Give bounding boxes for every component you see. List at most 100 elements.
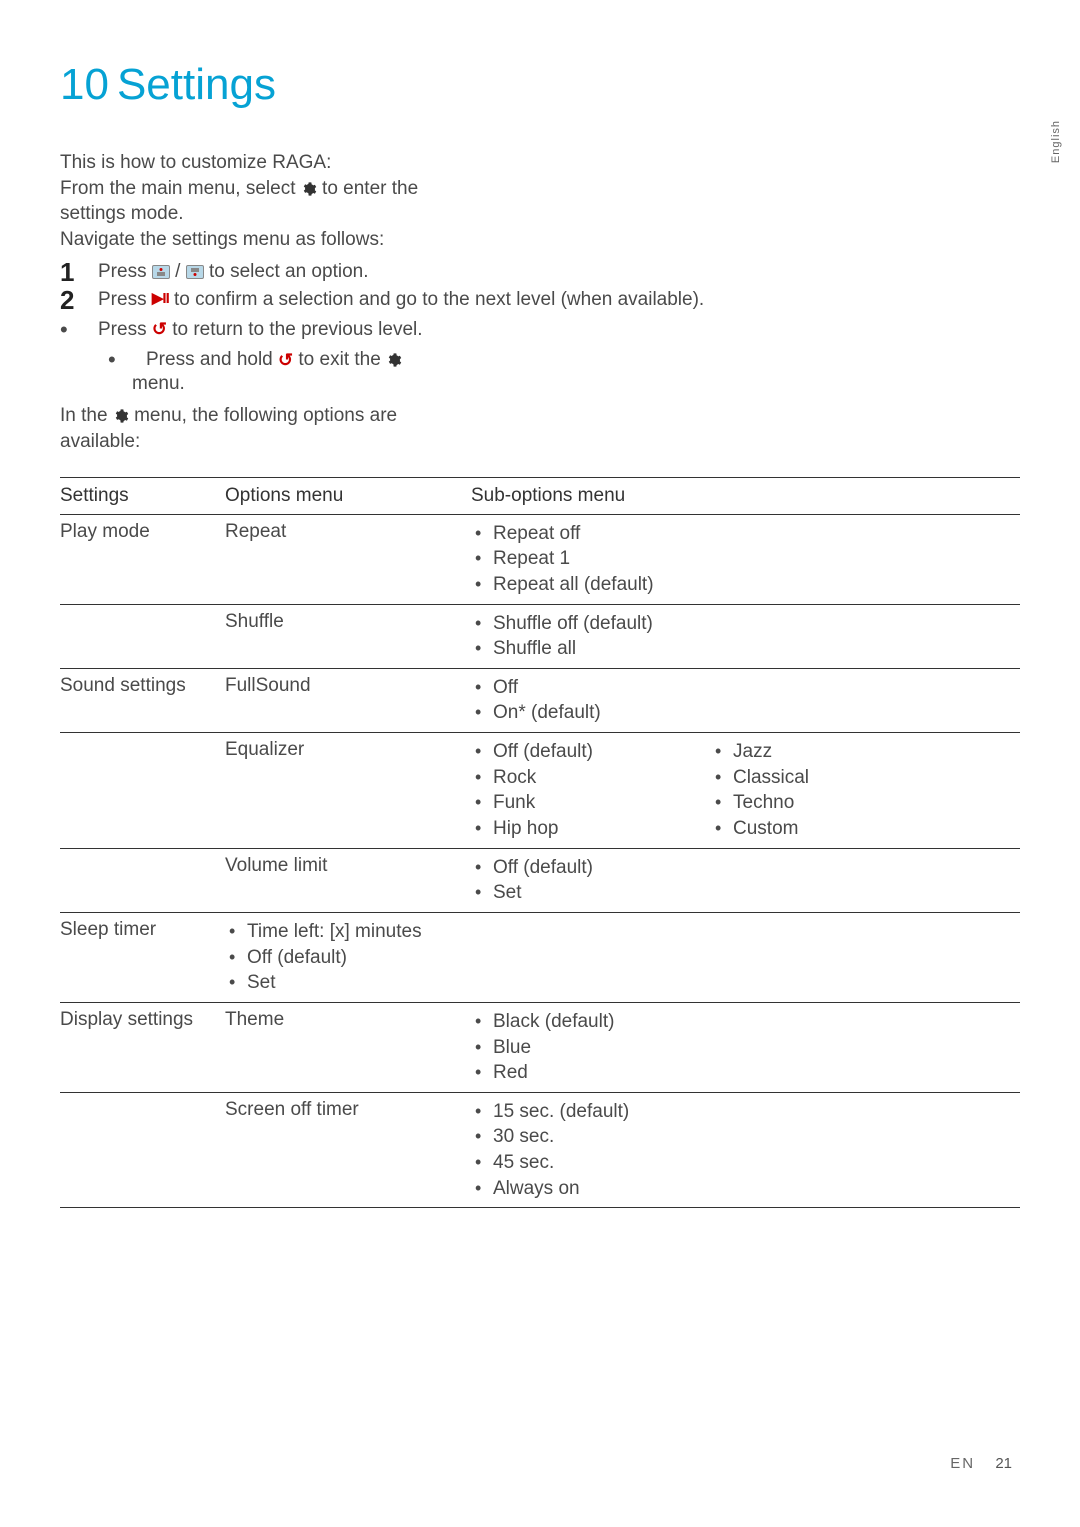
bullet-marker: • [60,317,98,343]
subopt-item: Custom [711,816,1020,842]
subopts: Off (default) Set [471,855,1020,906]
subopt-item: Jazz [711,739,1020,765]
subopt-item: Red [471,1060,1020,1086]
subopt-item: 30 sec. [471,1124,1020,1150]
footer-language: EN [950,1455,975,1472]
row-screen-off-timer: Screen off timer 15 sec. (default) 30 se… [60,1092,1020,1208]
row-equalizer: Equalizer Off (default) Rock Funk Hip ho… [60,732,1020,848]
setting-label-empty [60,1099,225,1202]
subopts-empty [471,919,1020,996]
setting-label: Sound settings [60,675,225,726]
sub-menu-label: menu. [132,373,1020,395]
row-shuffle: Shuffle Shuffle off (default) Shuffle al… [60,604,1020,668]
intro-line2-pre: From the main menu, select [60,178,301,199]
bullet1-pre: Press [98,319,152,340]
step-2-text: Press ▶II to confirm a selection and go … [98,287,1020,313]
subopt-item: On* (default) [471,700,1020,726]
step-1: 1 Press / to select an option. [60,259,1020,285]
back-icon: ↺ [278,348,293,372]
subopt-item: Shuffle all [471,636,1020,662]
sub-bullet-marker: • [108,347,146,373]
header-settings: Settings [60,485,225,507]
subopt-item: Off (default) [471,739,711,765]
settings-icon [301,181,317,197]
setting-label-empty [60,855,225,906]
row-theme: Display settings Theme Black (default) B… [60,1003,1020,1092]
settings-icon [113,408,129,424]
option-label: Equalizer [225,739,471,842]
subopts: Off On* (default) [471,675,1020,726]
subopt-item: 45 sec. [471,1150,1020,1176]
in-menu-paragraph: In the menu, the following options are a… [60,403,480,454]
subopt-item: Repeat off [471,521,1020,547]
subopt-item: 15 sec. (default) [471,1099,1020,1125]
step-1-text: Press / to select an option. [98,259,1020,285]
play-pause-icon: ▶II [152,289,169,309]
option-label: Repeat [225,521,471,598]
language-side-label: English [1050,120,1062,163]
subopts: 15 sec. (default) 30 sec. 45 sec. Always… [471,1099,1020,1202]
setting-label-empty [60,739,225,842]
bullet-item: • Press ↺ to return to the previous leve… [60,317,1020,343]
settings-icon [386,352,402,368]
step-number-2: 2 [60,287,98,313]
step1-mid: / [170,261,186,282]
option-label: Screen off timer [225,1099,471,1202]
page-footer: EN 21 [950,1455,1012,1472]
subopt-item: Techno [711,790,1020,816]
group-sound-settings: Sound settings FullSound Off On* (defaul… [60,669,1020,913]
subopt-item: Blue [471,1035,1020,1061]
header-options: Options menu [225,485,471,507]
intro-line2: From the main menu, select to enter the … [60,176,480,227]
subopt-item: Repeat all (default) [471,572,1020,598]
subopts: Shuffle off (default) Shuffle all [471,611,1020,662]
subopts: Repeat off Repeat 1 Repeat all (default) [471,521,1020,598]
subopt-item: Off [471,675,1020,701]
back-icon: ↺ [152,317,167,341]
setting-label: Play mode [60,521,225,598]
subopts-two-col: Off (default) Rock Funk Hip hop Jazz Cla… [471,739,1020,842]
option-list-item: Off (default) [225,945,471,971]
option-list-item: Time left: [x] minutes [225,919,471,945]
subopt-item: Set [471,880,1020,906]
intro-line3: Navigate the settings menu as follows: [60,227,480,253]
option-label: Volume limit [225,855,471,906]
setting-label-empty [60,611,225,662]
subopt-item: Black (default) [471,1009,1020,1035]
chapter-name: Settings [117,60,276,109]
after-nav-pre: In the [60,405,113,426]
step1-pre: Press [98,261,152,282]
subopt-item: Funk [471,790,711,816]
subopt-item: Shuffle off (default) [471,611,1020,637]
row-sleep-timer: Sleep timer Time left: [x] minutes Off (… [60,913,1020,1002]
subopt-item: Rock [471,765,711,791]
navigation-steps: 1 Press / to select an option. 2 Press ▶… [60,259,1020,396]
up-button-icon [152,265,170,279]
subopt-item: Always on [471,1176,1020,1202]
option-list-item: Set [225,970,471,996]
down-button-icon [186,265,204,279]
sub-pre: Press and hold [146,349,278,370]
option-label: Theme [225,1009,471,1086]
intro-paragraph: This is how to customize RAGA: From the … [60,150,480,253]
intro-line1: This is how to customize RAGA: [60,150,480,176]
bullet-text: Press ↺ to return to the previous level. [98,317,1020,343]
subopt-item: Hip hop [471,816,711,842]
row-fullsound: Sound settings FullSound Off On* (defaul… [60,669,1020,732]
group-play-mode: Play mode Repeat Repeat off Repeat 1 Rep… [60,515,1020,669]
subopt-item: Off (default) [471,855,1020,881]
step-number-1: 1 [60,259,98,285]
step2-post: to confirm a selection and go to the nex… [169,289,704,310]
option-list: Time left: [x] minutes Off (default) Set [225,919,471,996]
group-display-settings: Display settings Theme Black (default) B… [60,1003,1020,1208]
chapter-number: 10 [60,60,109,109]
row-repeat: Play mode Repeat Repeat off Repeat 1 Rep… [60,515,1020,604]
group-sleep-timer: Sleep timer Time left: [x] minutes Off (… [60,913,1020,1003]
step1-post: to select an option. [204,261,369,282]
header-subopts: Sub-options menu [471,485,1020,507]
option-label: Shuffle [225,611,471,662]
step-2: 2 Press ▶II to confirm a selection and g… [60,287,1020,313]
subopt-item: Repeat 1 [471,546,1020,572]
bullet1-post: to return to the previous level. [167,319,423,340]
setting-label: Display settings [60,1009,225,1086]
